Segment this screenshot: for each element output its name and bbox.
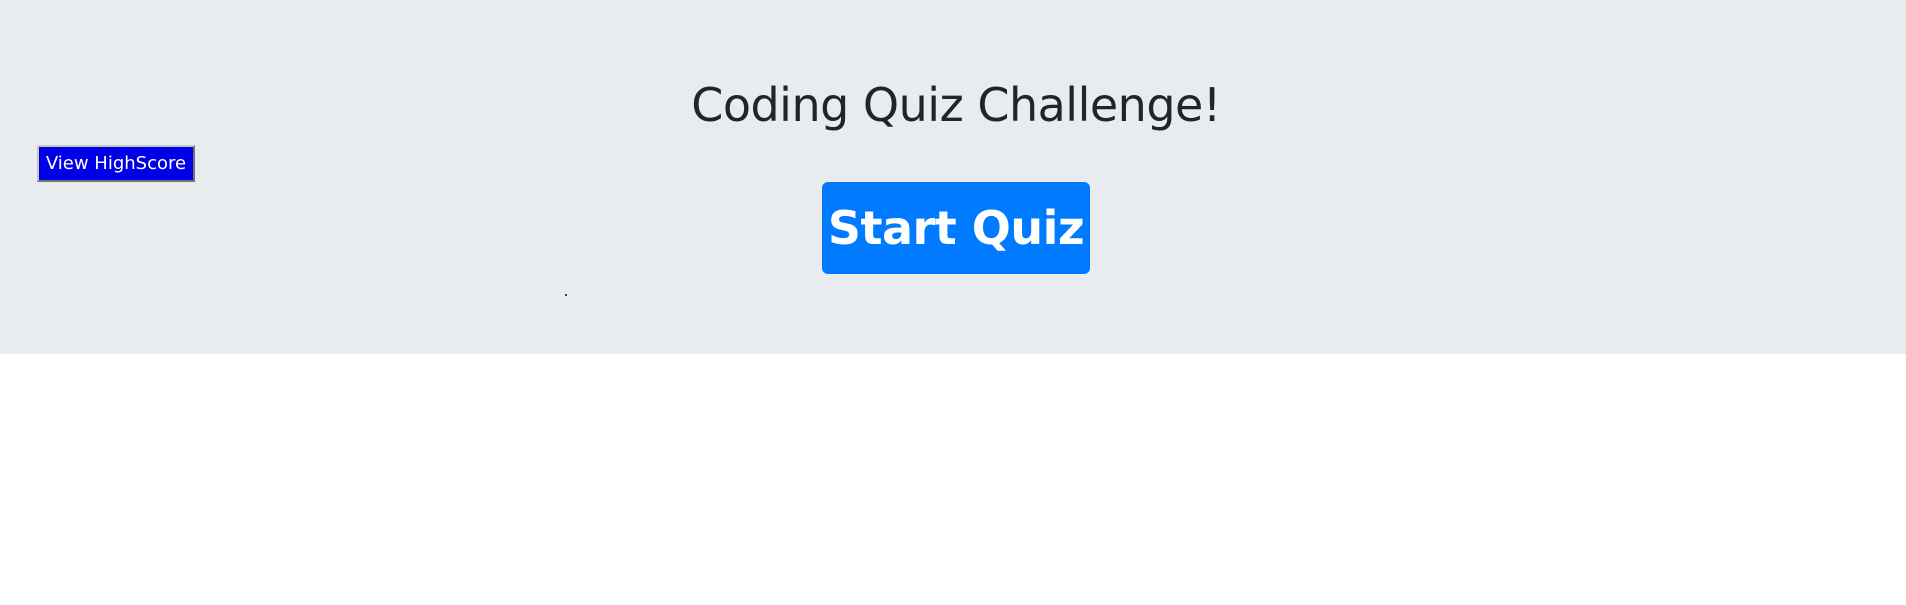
jumbotron-header: Coding Quiz Challenge! View HighScore St…	[0, 0, 1906, 354]
view-highscore-button[interactable]: View HighScore	[37, 145, 195, 182]
timer-display	[565, 294, 567, 296]
start-quiz-button[interactable]: Start Quiz	[822, 182, 1090, 274]
page-title: Coding Quiz Challenge!	[691, 78, 1221, 132]
